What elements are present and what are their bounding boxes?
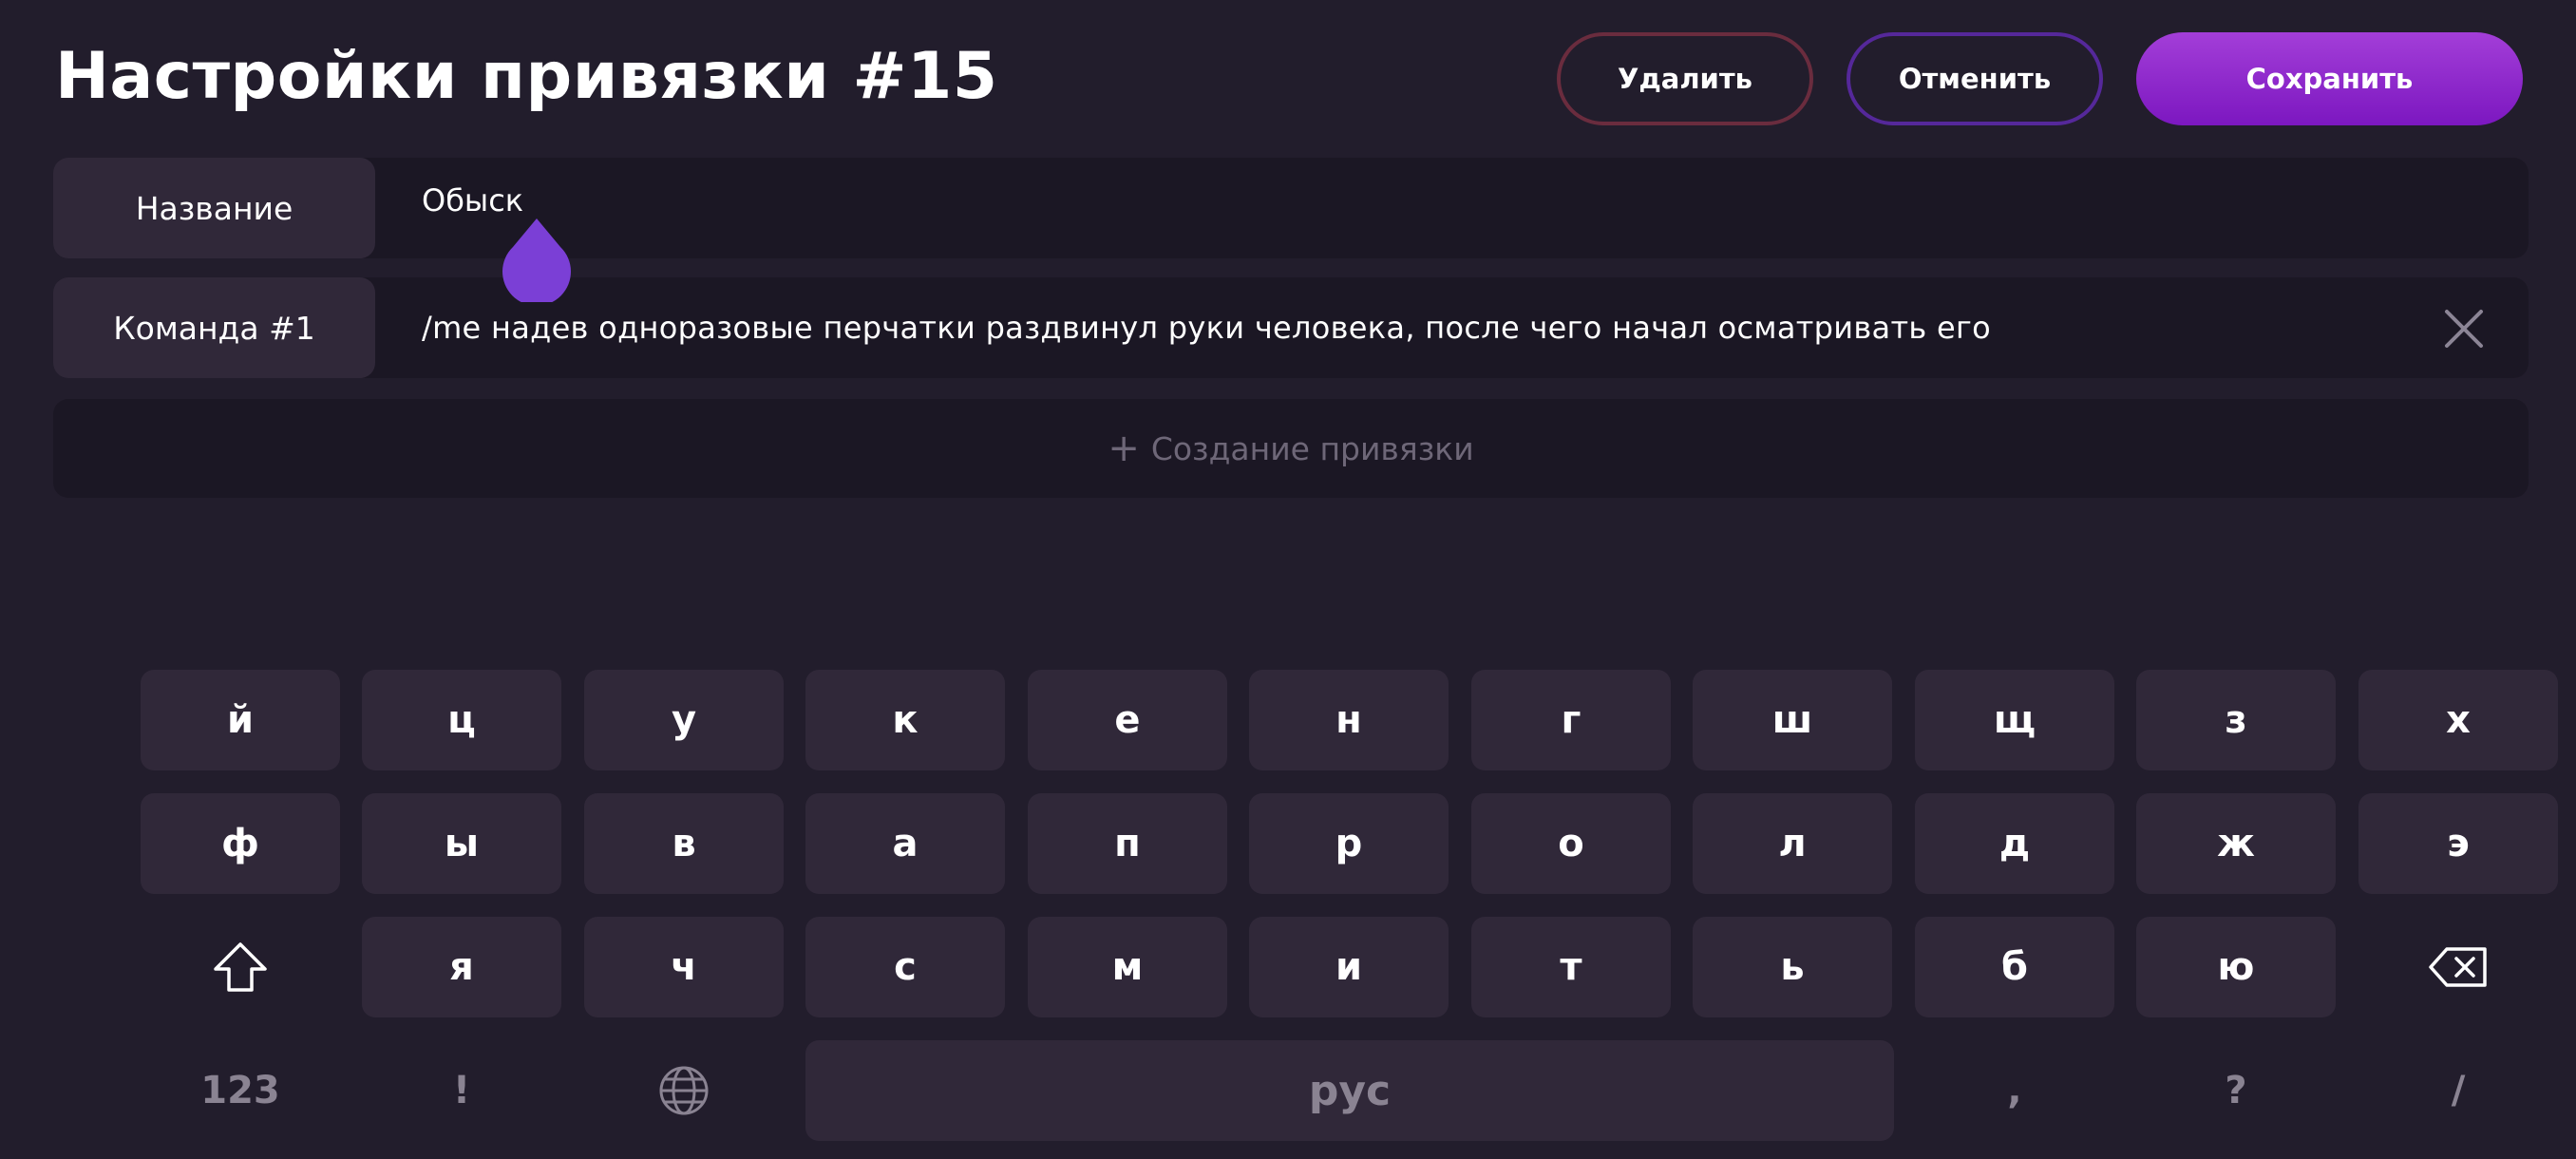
key[interactable]: э <box>2358 793 2558 894</box>
key[interactable]: ы <box>362 793 561 894</box>
key[interactable]: б <box>1915 917 2114 1017</box>
key[interactable]: л <box>1693 793 1892 894</box>
command-field-label: Команда #1 <box>53 277 375 378</box>
save-button[interactable]: Сохранить <box>2136 32 2523 125</box>
command-input[interactable]: /me надев одноразовые перчатки раздвинул… <box>422 285 1991 370</box>
key[interactable]: п <box>1028 793 1227 894</box>
slash-key[interactable]: / <box>2358 1040 2558 1141</box>
key[interactable]: щ <box>1915 670 2114 770</box>
cancel-button[interactable]: Отменить <box>1847 32 2103 125</box>
key[interactable]: о <box>1471 793 1671 894</box>
key[interactable]: н <box>1249 670 1449 770</box>
key[interactable]: а <box>805 793 1005 894</box>
key[interactable]: у <box>584 670 784 770</box>
binding-settings-screen: Настройки привязки #15 Удалить Отменить … <box>0 0 2576 1159</box>
close-icon[interactable] <box>2441 306 2487 352</box>
key[interactable]: ж <box>2136 793 2336 894</box>
comma-key[interactable]: , <box>1915 1040 2114 1141</box>
key[interactable]: м <box>1028 917 1227 1017</box>
key[interactable]: ш <box>1693 670 1892 770</box>
backspace-key[interactable] <box>2358 917 2558 1017</box>
space-key[interactable]: рус <box>805 1040 1894 1141</box>
name-field-label: Название <box>53 158 375 258</box>
key[interactable]: г <box>1471 670 1671 770</box>
numbers-key[interactable]: 123 <box>141 1040 340 1141</box>
add-binding-label: Создание привязки <box>1150 429 1474 467</box>
command-field-row: Команда #1 /me надев одноразовые перчатк… <box>53 277 2529 378</box>
key[interactable]: ч <box>584 917 784 1017</box>
text-cursor-handle-icon[interactable] <box>502 217 572 306</box>
backspace-icon <box>2429 947 2487 987</box>
key[interactable]: ц <box>362 670 561 770</box>
page-title: Настройки привязки #15 <box>55 39 998 114</box>
add-binding-button[interactable]: + Создание привязки <box>53 399 2529 498</box>
key[interactable]: р <box>1249 793 1449 894</box>
language-key[interactable] <box>584 1040 784 1141</box>
key[interactable]: ф <box>141 793 340 894</box>
key[interactable]: х <box>2358 670 2558 770</box>
exclamation-key[interactable]: ! <box>362 1040 561 1141</box>
key[interactable]: ю <box>2136 917 2336 1017</box>
key[interactable]: й <box>141 670 340 770</box>
key[interactable]: в <box>584 793 784 894</box>
shift-icon <box>214 942 267 992</box>
name-field-row: Название Обыск <box>53 158 2529 258</box>
delete-button[interactable]: Удалить <box>1557 32 1813 125</box>
shift-key[interactable] <box>141 917 340 1017</box>
key[interactable]: т <box>1471 917 1671 1017</box>
plus-icon: + <box>1108 427 1140 470</box>
key[interactable]: и <box>1249 917 1449 1017</box>
key[interactable]: з <box>2136 670 2336 770</box>
key[interactable]: ь <box>1693 917 1892 1017</box>
key[interactable]: с <box>805 917 1005 1017</box>
key[interactable]: к <box>805 670 1005 770</box>
key[interactable]: е <box>1028 670 1227 770</box>
key[interactable]: я <box>362 917 561 1017</box>
question-key[interactable]: ? <box>2136 1040 2336 1141</box>
key[interactable]: д <box>1915 793 2114 894</box>
globe-icon <box>659 1066 709 1115</box>
